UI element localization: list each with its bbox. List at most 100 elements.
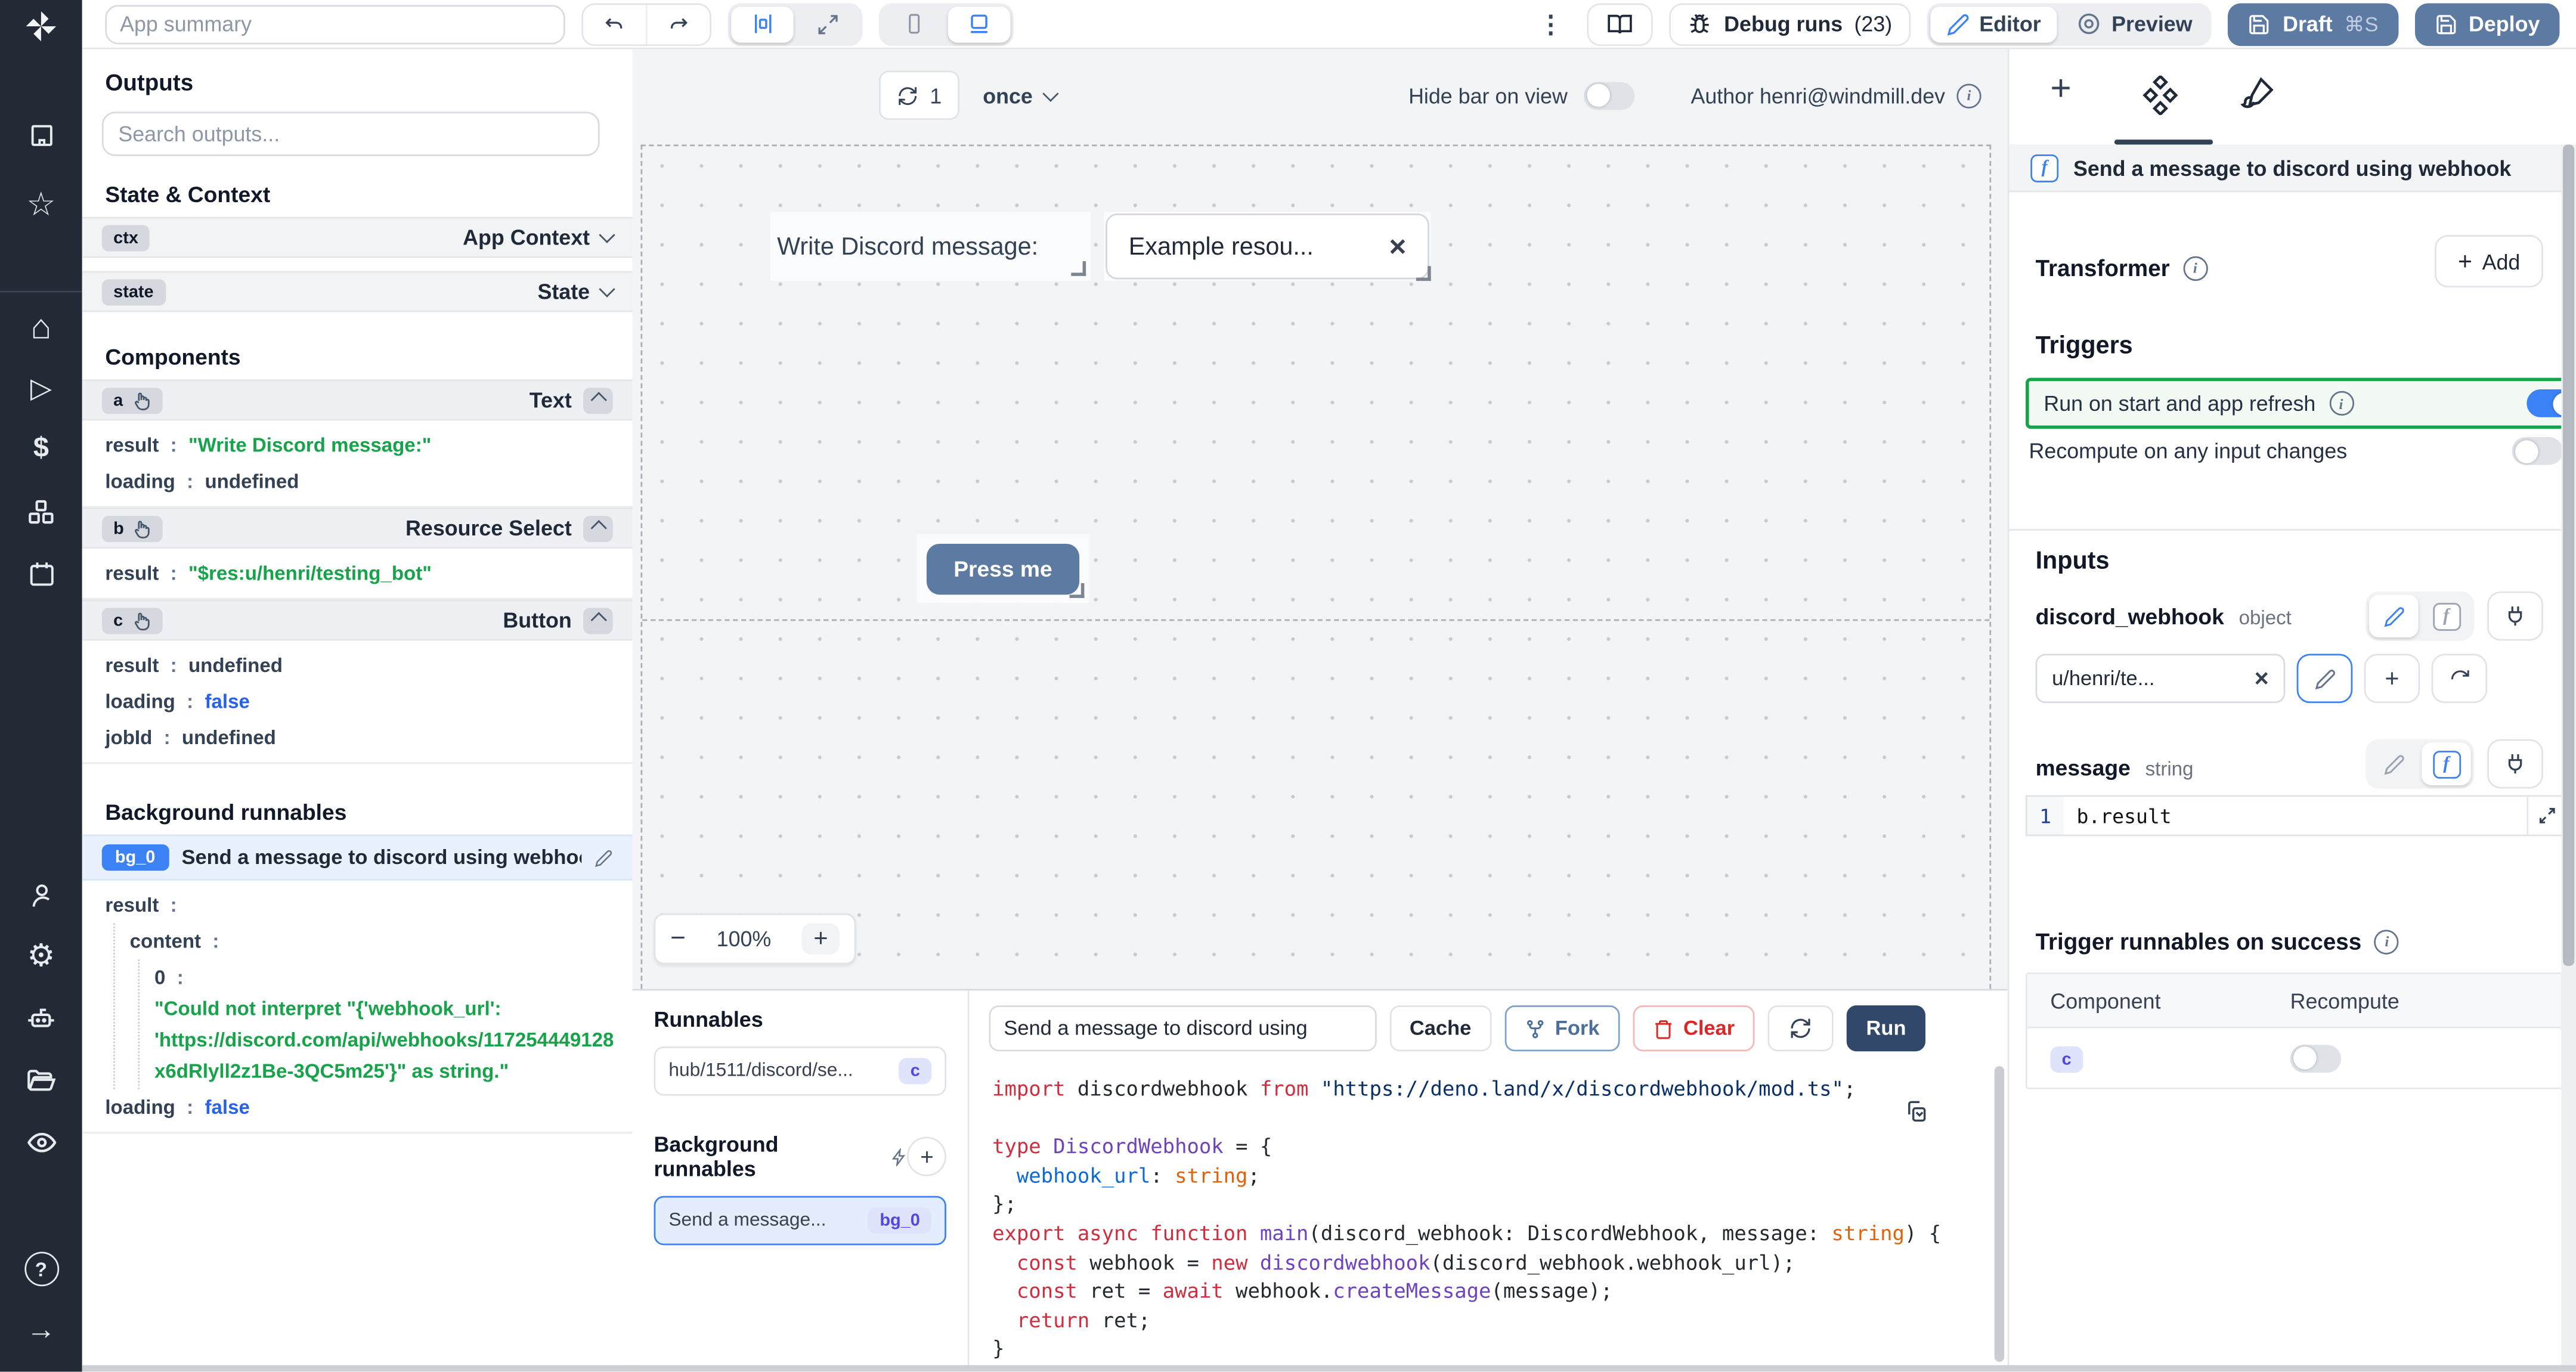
- press-me-button[interactable]: Press me: [927, 543, 1079, 594]
- zoom-in-button[interactable]: +: [802, 923, 840, 955]
- more-menu-kebab-icon[interactable]: ⋮: [1538, 9, 1565, 39]
- message-expression-editor[interactable]: 1 b.result: [2026, 795, 2566, 837]
- connect-input-button[interactable]: [2487, 739, 2543, 789]
- info-icon[interactable]: i: [1956, 83, 1981, 108]
- component-a-header[interactable]: a Text: [82, 379, 633, 421]
- hub-runnable-item[interactable]: hub/1511/discord/se... c: [654, 1046, 946, 1096]
- expand-editor-button[interactable]: [2527, 797, 2565, 835]
- refresh-run-button[interactable]: [1767, 1005, 1834, 1052]
- distribute-center-button[interactable]: [731, 5, 794, 42]
- info-icon[interactable]: i: [2182, 255, 2208, 280]
- static-input-mode-button[interactable]: [2369, 742, 2419, 785]
- tab-component-settings-icon[interactable]: [2141, 75, 2180, 115]
- frequency-dropdown[interactable]: once: [983, 83, 1058, 107]
- docs-book-button[interactable]: [1587, 2, 1654, 45]
- add-background-runnable-button[interactable]: +: [908, 1136, 946, 1176]
- resize-handle-icon[interactable]: [1071, 261, 1086, 276]
- info-icon[interactable]: i: [2329, 391, 2354, 416]
- script-name-input[interactable]: [989, 1005, 1377, 1052]
- edit-resource-button[interactable]: [2296, 654, 2353, 704]
- app-canvas-grid[interactable]: Write Discord message: Example resou... …: [640, 144, 1992, 989]
- resource-picker[interactable]: u/henri/te... ×: [2035, 654, 2286, 704]
- text-component[interactable]: Write Discord message:: [772, 213, 1089, 280]
- component-b-header[interactable]: b Resource Select: [82, 507, 633, 549]
- tab-editor[interactable]: Editor: [1930, 5, 2058, 42]
- collapse-chevron-icon[interactable]: [583, 607, 613, 634]
- resize-handle-icon[interactable]: [1069, 583, 1085, 598]
- folders-icon[interactable]: [0, 1066, 82, 1096]
- cache-button[interactable]: Cache: [1389, 1005, 1491, 1052]
- code-block[interactable]: import discordwebhook from "https://deno…: [970, 1066, 1992, 1367]
- collapse-chevron-icon[interactable]: [583, 386, 613, 413]
- workspace-icon[interactable]: [0, 122, 82, 150]
- connect-input-button[interactable]: [2487, 591, 2543, 641]
- bg0-runnable-item[interactable]: Send a message... bg_0: [654, 1196, 946, 1246]
- clear-button[interactable]: Clear: [1632, 1005, 1755, 1052]
- add-resource-button[interactable]: +: [2364, 654, 2420, 704]
- recompute-toggle[interactable]: [2512, 436, 2563, 465]
- variables-dollar-icon[interactable]: $: [0, 433, 82, 462]
- refresh-resource-button[interactable]: [2431, 654, 2488, 704]
- home-icon[interactable]: ⌂: [0, 311, 82, 345]
- resources-cubes-icon[interactable]: [0, 498, 82, 528]
- search-outputs-input[interactable]: [101, 112, 600, 156]
- chevron-down-icon[interactable]: [599, 281, 615, 298]
- collapse-chevron-icon[interactable]: [583, 515, 613, 541]
- tab-preview[interactable]: Preview: [2061, 6, 2209, 42]
- undo-button[interactable]: [583, 4, 646, 44]
- clear-selection-icon[interactable]: ×: [1389, 231, 1406, 261]
- code-scrollbar[interactable]: [1994, 1066, 2005, 1362]
- schedules-calendar-icon[interactable]: [0, 560, 82, 588]
- window-bottom-scrollbar[interactable]: [82, 1365, 2576, 1372]
- add-transformer-button[interactable]: + Add: [2435, 234, 2543, 288]
- undo-redo-group: [581, 2, 711, 45]
- mobile-view-button[interactable]: [882, 6, 945, 42]
- app-summary-input[interactable]: [105, 4, 565, 44]
- tab-styling-brush-icon[interactable]: [2239, 76, 2275, 112]
- collapse-arrow-icon[interactable]: →: [0, 1314, 82, 1344]
- fork-button[interactable]: Fork: [1504, 1005, 1620, 1052]
- clear-resource-icon[interactable]: ×: [2255, 666, 2269, 690]
- button-component[interactable]: Press me: [918, 535, 1088, 602]
- expression-code[interactable]: b.result: [2063, 797, 2527, 835]
- copy-code-icon[interactable]: [1904, 1099, 1928, 1123]
- ctx-row[interactable]: ctx App Context: [82, 216, 633, 258]
- user-icon[interactable]: [0, 882, 82, 910]
- eval-input-mode-button[interactable]: f: [2422, 594, 2471, 637]
- resource-select-component[interactable]: Example resou... ×: [1106, 213, 1431, 281]
- hide-bar-toggle[interactable]: [1584, 81, 1635, 110]
- resize-handle-icon[interactable]: [1416, 266, 1431, 281]
- workers-robot-icon[interactable]: [0, 1004, 82, 1033]
- key: content: [129, 930, 202, 953]
- bg0-runnable-header[interactable]: bg_0 Send a message to discord using web…: [82, 834, 633, 881]
- right-panel-scrollbar[interactable]: [2561, 144, 2576, 1372]
- tab-insert-plus-icon[interactable]: +: [2050, 67, 2071, 110]
- audit-eye-icon[interactable]: [0, 1127, 82, 1158]
- chevron-down-icon[interactable]: [599, 227, 615, 243]
- bg0-runnable-badge: bg_0: [868, 1207, 932, 1234]
- help-icon[interactable]: ?: [0, 1252, 82, 1287]
- expand-canvas-button[interactable]: [797, 6, 859, 42]
- debug-runs-button[interactable]: Debug runs (23): [1670, 2, 1911, 45]
- run-button[interactable]: Run: [1846, 1005, 1926, 1052]
- static-input-mode-button[interactable]: [2368, 594, 2419, 637]
- resource-select-control[interactable]: Example resou... ×: [1106, 213, 1429, 280]
- favorites-star-icon[interactable]: ☆: [0, 189, 82, 222]
- redo-button[interactable]: [645, 4, 710, 44]
- row-recompute-toggle[interactable]: [2290, 1043, 2342, 1072]
- eval-input-mode-button[interactable]: f: [2422, 742, 2471, 785]
- editor-preview-toggle: Editor Preview: [1927, 2, 2212, 45]
- edit-pencil-icon[interactable]: [595, 848, 612, 866]
- deploy-button[interactable]: Deploy: [2414, 2, 2560, 45]
- settings-gear-icon[interactable]: ⚙: [0, 941, 82, 973]
- windmill-logo-icon[interactable]: [0, 8, 82, 45]
- zoom-out-button[interactable]: −: [670, 924, 686, 954]
- draft-button[interactable]: Draft ⌘S: [2228, 2, 2398, 45]
- runs-play-icon[interactable]: ▷: [0, 374, 82, 402]
- refresh-count-box[interactable]: 1: [878, 70, 960, 120]
- info-icon[interactable]: i: [2374, 929, 2399, 954]
- desktop-view-button[interactable]: [948, 5, 1011, 42]
- component-c-header[interactable]: c Button: [82, 599, 633, 641]
- state-row[interactable]: state State: [82, 271, 633, 312]
- key: result: [105, 433, 159, 457]
